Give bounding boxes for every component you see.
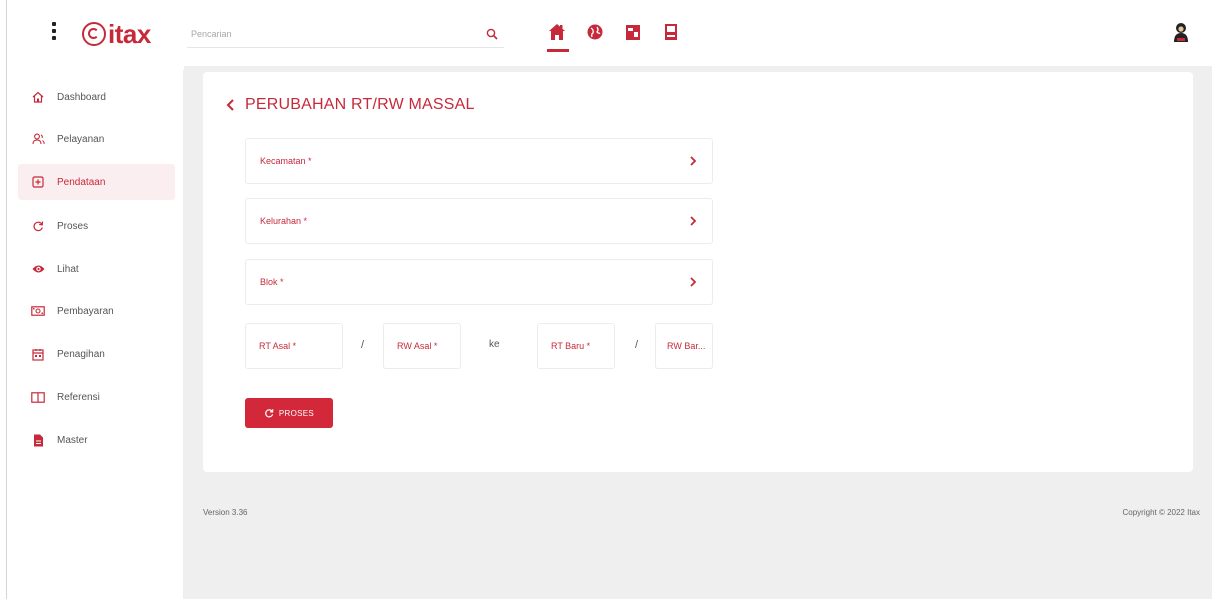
refresh-icon: [31, 219, 45, 233]
sidebar-item-pelayanan[interactable]: Pelayanan: [18, 121, 174, 157]
sidebar-item-label: Pendataan: [57, 176, 106, 188]
sidebar-item-pendataan[interactable]: Pendataan: [18, 164, 175, 200]
users-icon: [31, 132, 45, 146]
logo-mark-icon: [82, 22, 106, 46]
menu-kebab-icon[interactable]: [52, 22, 58, 44]
kecamatan-select[interactable]: Kecamatan *: [245, 138, 713, 184]
version-text: Version 3.36: [203, 508, 248, 517]
kecamatan-label: Kecamatan *: [260, 156, 312, 166]
kelurahan-select[interactable]: Kelurahan *: [245, 198, 713, 244]
sidebar: Dashboard Pelayanan Pendataan Proses Lih…: [18, 70, 184, 599]
chevron-right-icon: [690, 277, 697, 287]
page-title-text: PERUBAHAN RT/RW MASSAL: [245, 96, 475, 113]
rw-asal-label: RW Asal *: [397, 341, 438, 351]
rt-baru-label: RT Baru *: [551, 341, 591, 351]
user-icon[interactable]: [1172, 21, 1190, 43]
proses-button-label: PROSES: [278, 408, 315, 418]
proses-button[interactable]: PROSES: [245, 398, 333, 428]
search-bar: [187, 23, 504, 48]
sidebar-item-label: Penagihan: [57, 348, 105, 360]
calendar-icon: [31, 347, 45, 361]
sidebar-item-label: Master: [57, 434, 88, 446]
rw-baru-input[interactable]: RW Bar...: [655, 323, 713, 369]
rt-asal-input[interactable]: RT Asal *: [245, 323, 343, 369]
chevron-right-icon: [690, 156, 697, 166]
book-icon[interactable]: [662, 22, 680, 42]
plus-box-icon: [31, 175, 45, 189]
money-icon: [31, 304, 45, 318]
rw-baru-label: RW Bar...: [667, 341, 706, 351]
open-book-icon: [31, 390, 45, 404]
globe-icon[interactable]: [586, 22, 604, 42]
sidebar-item-referensi[interactable]: Referensi: [18, 379, 174, 415]
chevron-left-icon[interactable]: [225, 98, 237, 112]
sidebar-item-pembayaran[interactable]: Pembayaran: [18, 293, 174, 329]
top-bar: itax: [7, 0, 1212, 66]
sidebar-item-label: Proses: [57, 220, 89, 232]
search-icon[interactable]: [486, 28, 498, 40]
ke-separator: ke: [489, 339, 500, 350]
copyright-text: Copyright © 2022 Itax: [1122, 508, 1201, 517]
kelurahan-label: Kelurahan *: [260, 216, 308, 226]
rt-asal-label: RT Asal *: [259, 341, 297, 351]
sidebar-item-label: Lihat: [57, 263, 79, 275]
home-outline-icon: [31, 90, 45, 104]
window-edge: [6, 0, 7, 599]
sidebar-item-proses[interactable]: Proses: [18, 208, 174, 244]
app-logo[interactable]: itax: [82, 19, 151, 49]
home-icon[interactable]: [547, 22, 569, 52]
sidebar-item-lihat[interactable]: Lihat: [18, 251, 174, 287]
sidebar-item-label: Referensi: [57, 391, 100, 403]
blok-label: Blok *: [260, 277, 284, 287]
file-icon: [31, 433, 45, 447]
logo-text: itax: [108, 18, 151, 49]
blok-select[interactable]: Blok *: [245, 259, 713, 305]
sidebar-item-label: Pelayanan: [57, 133, 105, 145]
slash-separator: /: [635, 339, 639, 351]
page-title: PERUBAHAN RT/RW MASSAL: [225, 96, 475, 114]
search-input[interactable]: [187, 23, 475, 45]
sidebar-item-dashboard[interactable]: Dashboard: [18, 79, 174, 115]
sidebar-item-label: Pembayaran: [57, 305, 114, 317]
sidebar-item-penagihan[interactable]: Penagihan: [18, 336, 174, 372]
chevron-right-icon: [690, 216, 697, 226]
document-icon[interactable]: [624, 22, 642, 42]
slash-separator: /: [361, 339, 365, 351]
main-content: PERUBAHAN RT/RW MASSAL Kecamatan * Kelur…: [184, 66, 1212, 599]
top-nav-icons: [547, 22, 700, 52]
eye-icon: [31, 262, 45, 276]
refresh-icon: [265, 409, 274, 418]
rw-asal-input[interactable]: RW Asal *: [383, 323, 461, 369]
rt-baru-input[interactable]: RT Baru *: [537, 323, 615, 369]
sidebar-item-master[interactable]: Master: [18, 422, 174, 458]
sidebar-item-label: Dashboard: [57, 91, 106, 103]
form-card: PERUBAHAN RT/RW MASSAL Kecamatan * Kelur…: [203, 72, 1193, 472]
